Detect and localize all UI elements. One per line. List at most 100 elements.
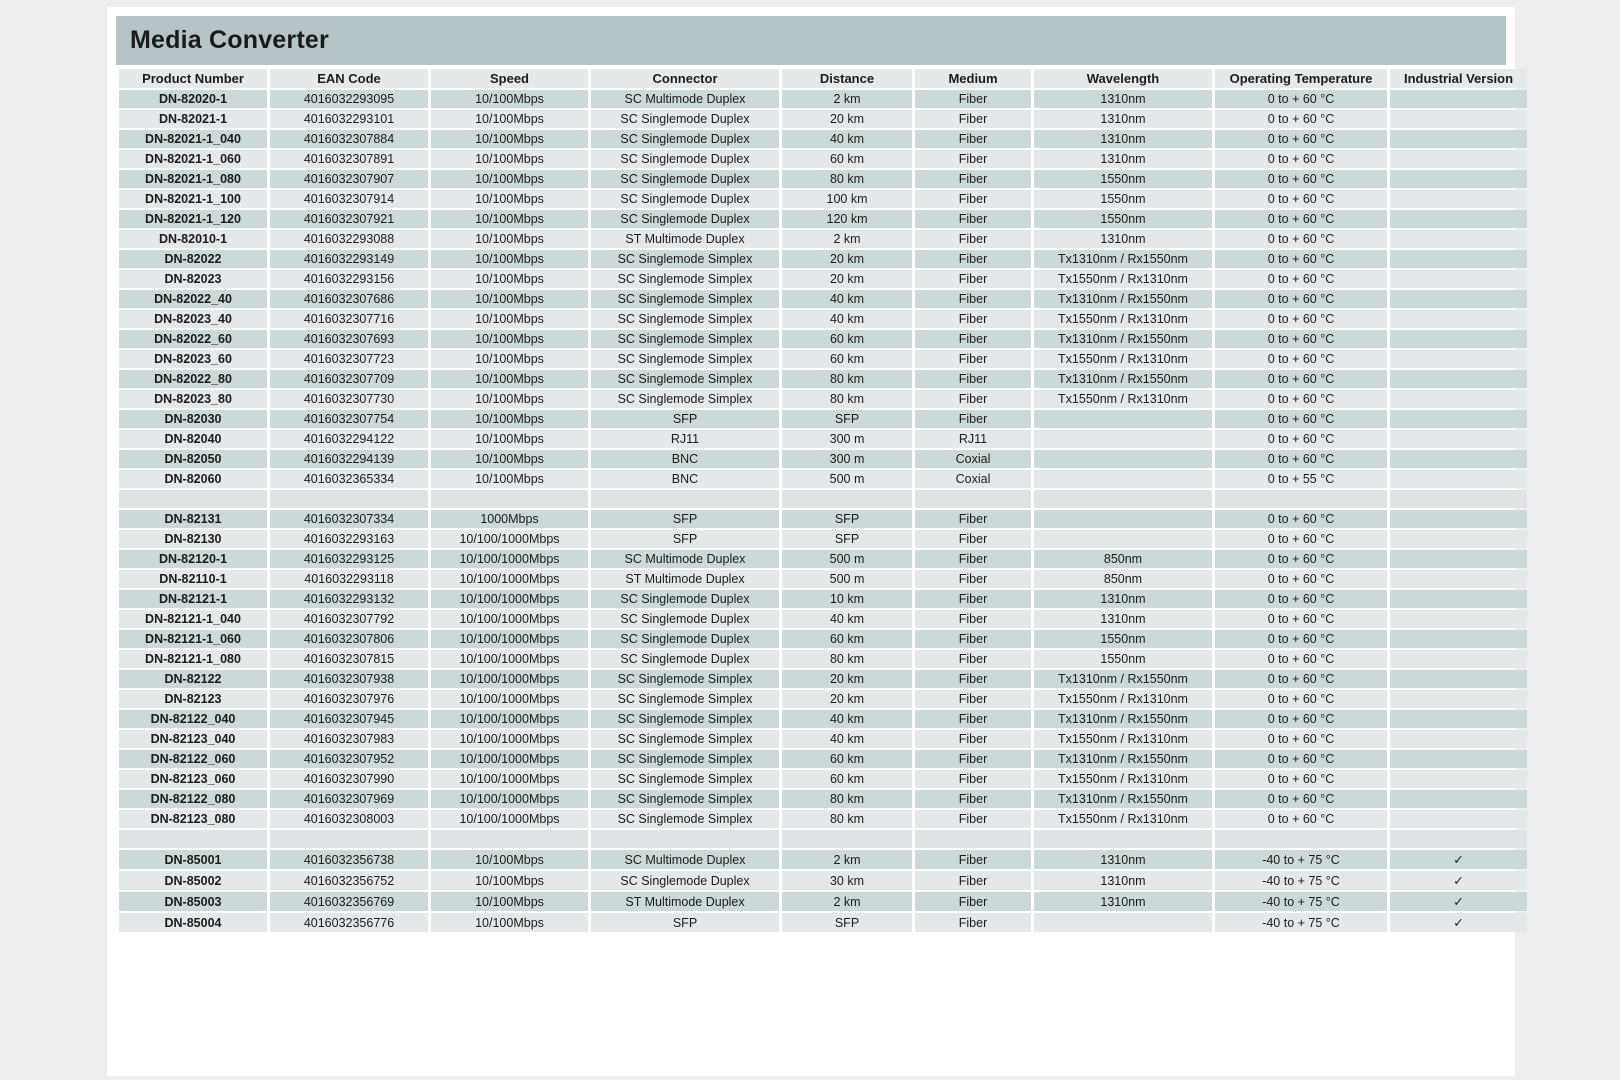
cell-product-number: DN-82023_60 xyxy=(119,350,267,368)
cell-distance: 60 km xyxy=(782,150,912,168)
cell-ean-code: 4016032307969 xyxy=(270,790,428,808)
table-header-row: Product NumberEAN CodeSpeedConnectorDist… xyxy=(119,69,1527,88)
table-row: DN-82022_80401603230770910/100MbpsSC Sin… xyxy=(119,370,1527,388)
cell-industrial-version xyxy=(1390,450,1527,468)
cell-connector: SC Singlemode Simplex xyxy=(591,810,779,828)
cell-ean-code: 4016032307693 xyxy=(270,330,428,348)
cell-connector: SC Singlemode Simplex xyxy=(591,710,779,728)
cell-operating-temperature: 0 to + 60 °C xyxy=(1215,450,1387,468)
cell-wavelength: 1310nm xyxy=(1034,110,1212,128)
separator-cell xyxy=(1215,490,1387,508)
cell-medium: Fiber xyxy=(915,790,1031,808)
cell-medium: Fiber xyxy=(915,270,1031,288)
cell-speed: 10/100/1000Mbps xyxy=(431,730,588,748)
cell-connector: SC Singlemode Duplex xyxy=(591,650,779,668)
cell-industrial-version xyxy=(1390,590,1527,608)
cell-operating-temperature: -40 to + 75 °C xyxy=(1215,871,1387,890)
cell-connector: SC Singlemode Simplex xyxy=(591,670,779,688)
cell-medium: Fiber xyxy=(915,110,1031,128)
cell-connector: SC Singlemode Simplex xyxy=(591,390,779,408)
cell-product-number: DN-82010-1 xyxy=(119,230,267,248)
cell-product-number: DN-82123 xyxy=(119,690,267,708)
cell-wavelength: 1310nm xyxy=(1034,610,1212,628)
cell-operating-temperature: 0 to + 60 °C xyxy=(1215,90,1387,108)
cell-product-number: DN-82040 xyxy=(119,430,267,448)
cell-ean-code: 4016032356738 xyxy=(270,850,428,869)
cell-connector: SC Singlemode Simplex xyxy=(591,690,779,708)
cell-ean-code: 4016032307884 xyxy=(270,130,428,148)
cell-medium: Fiber xyxy=(915,370,1031,388)
separator-cell xyxy=(1390,830,1527,848)
cell-product-number: DN-82122_080 xyxy=(119,790,267,808)
cell-industrial-version xyxy=(1390,430,1527,448)
table-row: DN-82010-1401603229308810/100MbpsST Mult… xyxy=(119,230,1527,248)
cell-ean-code: 4016032307723 xyxy=(270,350,428,368)
table-body: DN-82020-1401603229309510/100MbpsSC Mult… xyxy=(119,90,1527,932)
table-row: DN-82030401603230775410/100MbpsSFPSFPFib… xyxy=(119,410,1527,428)
table-row: DN-82122_040401603230794510/100/1000Mbps… xyxy=(119,710,1527,728)
cell-medium: Fiber xyxy=(915,810,1031,828)
cell-medium: Fiber xyxy=(915,130,1031,148)
cell-medium: Fiber xyxy=(915,750,1031,768)
cell-distance: 2 km xyxy=(782,230,912,248)
table-row: DN-82021-1_080401603230790710/100MbpsSC … xyxy=(119,170,1527,188)
table-row: DN-82023_40401603230771610/100MbpsSC Sin… xyxy=(119,310,1527,328)
cell-product-number: DN-85004 xyxy=(119,913,267,932)
cell-wavelength: 1550nm xyxy=(1034,210,1212,228)
cell-speed: 10/100Mbps xyxy=(431,450,588,468)
table-row: DN-82050401603229413910/100MbpsBNC300 mC… xyxy=(119,450,1527,468)
cell-speed: 10/100Mbps xyxy=(431,230,588,248)
cell-industrial-version xyxy=(1390,570,1527,588)
cell-wavelength: 1550nm xyxy=(1034,630,1212,648)
cell-medium: Fiber xyxy=(915,610,1031,628)
cell-wavelength: 1310nm xyxy=(1034,850,1212,869)
cell-operating-temperature: 0 to + 60 °C xyxy=(1215,290,1387,308)
cell-medium: Fiber xyxy=(915,230,1031,248)
cell-industrial-version xyxy=(1390,630,1527,648)
cell-operating-temperature: 0 to + 60 °C xyxy=(1215,590,1387,608)
cell-operating-temperature: 0 to + 60 °C xyxy=(1215,350,1387,368)
cell-distance: 60 km xyxy=(782,750,912,768)
cell-operating-temperature: 0 to + 60 °C xyxy=(1215,250,1387,268)
cell-industrial-version xyxy=(1390,750,1527,768)
cell-wavelength: Tx1550nm / Rx1310nm xyxy=(1034,730,1212,748)
column-header: Wavelength xyxy=(1034,69,1212,88)
cell-medium: Fiber xyxy=(915,530,1031,548)
cell-connector: SC Multimode Duplex xyxy=(591,90,779,108)
cell-medium: Fiber xyxy=(915,670,1031,688)
cell-speed: 10/100Mbps xyxy=(431,150,588,168)
cell-wavelength: 1310nm xyxy=(1034,871,1212,890)
table-group-separator xyxy=(119,830,1527,848)
column-header: Medium xyxy=(915,69,1031,88)
cell-industrial-version xyxy=(1390,770,1527,788)
cell-speed: 10/100/1000Mbps xyxy=(431,710,588,728)
cell-connector: SC Singlemode Simplex xyxy=(591,290,779,308)
table-row: DN-85001401603235673810/100MbpsSC Multim… xyxy=(119,850,1527,869)
cell-distance: 30 km xyxy=(782,871,912,890)
cell-distance: 20 km xyxy=(782,270,912,288)
cell-distance: 500 m xyxy=(782,470,912,488)
cell-speed: 10/100/1000Mbps xyxy=(431,690,588,708)
separator-cell xyxy=(1034,830,1212,848)
cell-industrial-version xyxy=(1390,290,1527,308)
page-margin-left xyxy=(0,0,107,1080)
cell-industrial-version xyxy=(1390,730,1527,748)
cell-wavelength xyxy=(1034,510,1212,528)
page-margin-right xyxy=(1515,0,1620,1080)
cell-operating-temperature: 0 to + 60 °C xyxy=(1215,170,1387,188)
cell-industrial-version: ✓ xyxy=(1390,913,1527,932)
cell-distance: 20 km xyxy=(782,110,912,128)
cell-industrial-version xyxy=(1390,90,1527,108)
cell-ean-code: 4016032307983 xyxy=(270,730,428,748)
cell-connector: SC Singlemode Simplex xyxy=(591,370,779,388)
cell-product-number: DN-82022_60 xyxy=(119,330,267,348)
cell-product-number: DN-82050 xyxy=(119,450,267,468)
cell-distance: SFP xyxy=(782,410,912,428)
cell-product-number: DN-82121-1_060 xyxy=(119,630,267,648)
cell-connector: SC Singlemode Simplex xyxy=(591,310,779,328)
cell-connector: SC Singlemode Duplex xyxy=(591,610,779,628)
table-row: DN-82120-1401603229312510/100/1000MbpsSC… xyxy=(119,550,1527,568)
cell-distance: 40 km xyxy=(782,290,912,308)
cell-product-number: DN-82121-1 xyxy=(119,590,267,608)
table-header: Product NumberEAN CodeSpeedConnectorDist… xyxy=(119,69,1527,88)
